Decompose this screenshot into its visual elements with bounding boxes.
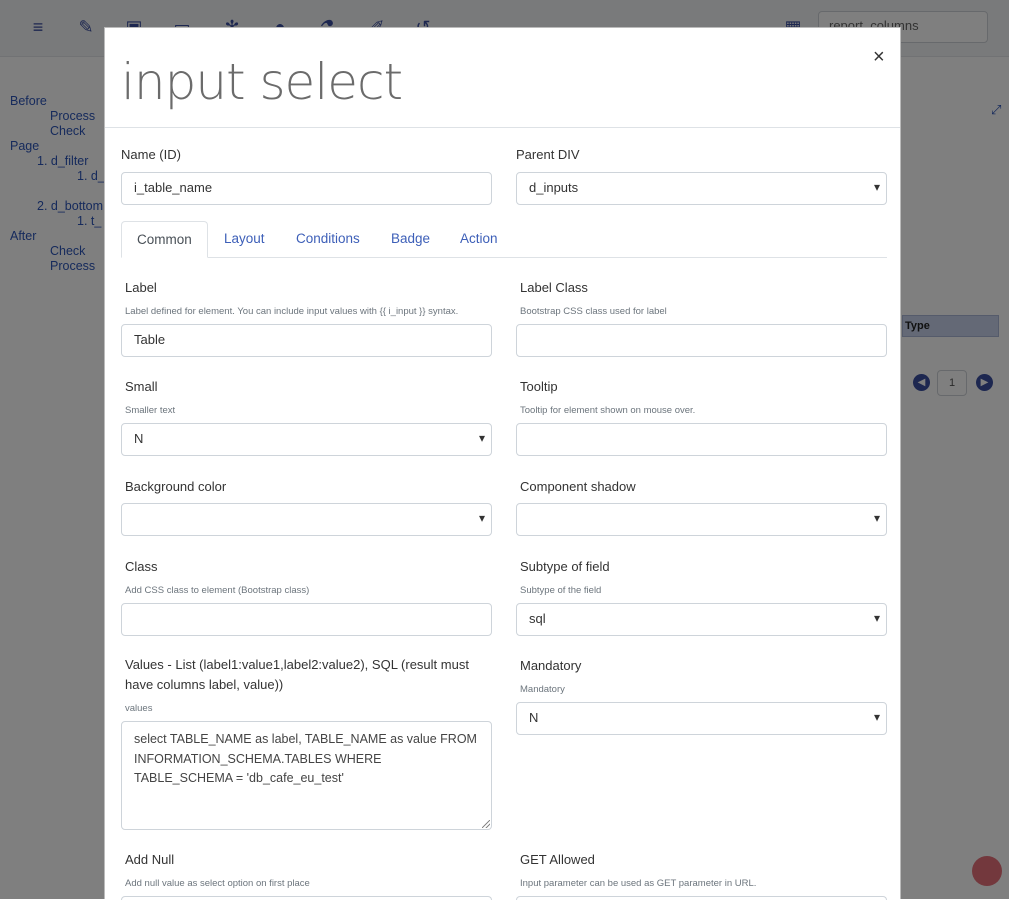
small-label: Small <box>125 379 158 394</box>
values-textarea[interactable]: select TABLE_NAME as label, TABLE_NAME a… <box>121 721 492 830</box>
label-class-input[interactable] <box>516 324 887 357</box>
label-class-label: Label Class <box>520 280 588 295</box>
small-value: N <box>134 431 144 446</box>
tab-conditions[interactable]: Conditions <box>281 221 375 257</box>
class-input[interactable] <box>121 603 492 636</box>
tab-bar: Common Layout Conditions Badge Action <box>121 221 887 258</box>
close-icon[interactable]: × <box>873 46 885 69</box>
tab-action[interactable]: Action <box>445 221 513 257</box>
small-select[interactable]: N <box>121 423 492 456</box>
tooltip-input[interactable] <box>516 423 887 456</box>
tooltip-label: Tooltip <box>520 379 558 394</box>
label-input[interactable]: Table <box>121 324 492 357</box>
parent-div-value: d_inputs <box>529 180 579 195</box>
get-allowed-label: GET Allowed <box>520 852 595 867</box>
header-divider <box>105 127 900 128</box>
label-class-hint: Bootstrap CSS class used for label <box>520 306 667 317</box>
class-hint: Add CSS class to element (Bootstrap clas… <box>125 585 310 596</box>
parent-div-label: Parent DIV <box>516 147 580 162</box>
subtype-label: Subtype of field <box>520 559 610 574</box>
class-label: Class <box>125 559 158 574</box>
mandatory-select[interactable]: N <box>516 702 887 735</box>
element-editor-modal: input select × Name (ID) i_table_name Pa… <box>104 27 901 900</box>
add-null-select[interactable] <box>121 896 492 900</box>
label-field-hint: Label defined for element. You can inclu… <box>125 306 459 317</box>
mandatory-value: N <box>529 710 539 725</box>
values-text: select TABLE_NAME as label, TABLE_NAME a… <box>134 732 477 785</box>
shadow-label: Component shadow <box>520 479 636 494</box>
values-label: Values - List (label1:value1,label2:valu… <box>125 657 469 692</box>
name-input[interactable]: i_table_name <box>121 172 492 205</box>
tooltip-hint: Tooltip for element shown on mouse over. <box>520 405 696 416</box>
tab-common[interactable]: Common <box>121 221 208 258</box>
bg-color-select[interactable] <box>121 503 492 536</box>
shadow-select[interactable] <box>516 503 887 536</box>
add-null-hint: Add null value as select option on first… <box>125 878 310 889</box>
parent-div-select[interactable]: d_inputs <box>516 172 887 205</box>
get-allowed-hint: Input parameter can be used as GET param… <box>520 878 757 889</box>
subtype-select[interactable]: sql <box>516 603 887 636</box>
tab-layout[interactable]: Layout <box>209 221 280 257</box>
get-allowed-select[interactable] <box>516 896 887 900</box>
subtype-hint: Subtype of the field <box>520 585 602 596</box>
tab-badge[interactable]: Badge <box>376 221 445 257</box>
values-hint: values <box>125 703 153 714</box>
mandatory-hint: Mandatory <box>520 684 565 695</box>
add-null-label: Add Null <box>125 852 175 867</box>
subtype-value: sql <box>529 611 546 626</box>
name-label: Name (ID) <box>121 147 181 162</box>
small-hint: Smaller text <box>125 405 176 416</box>
mandatory-label: Mandatory <box>520 658 582 673</box>
bg-color-label: Background color <box>125 479 227 494</box>
modal-title: input select <box>121 53 403 111</box>
label-field-label: Label <box>125 280 157 295</box>
resize-handle-icon[interactable] <box>482 820 490 828</box>
